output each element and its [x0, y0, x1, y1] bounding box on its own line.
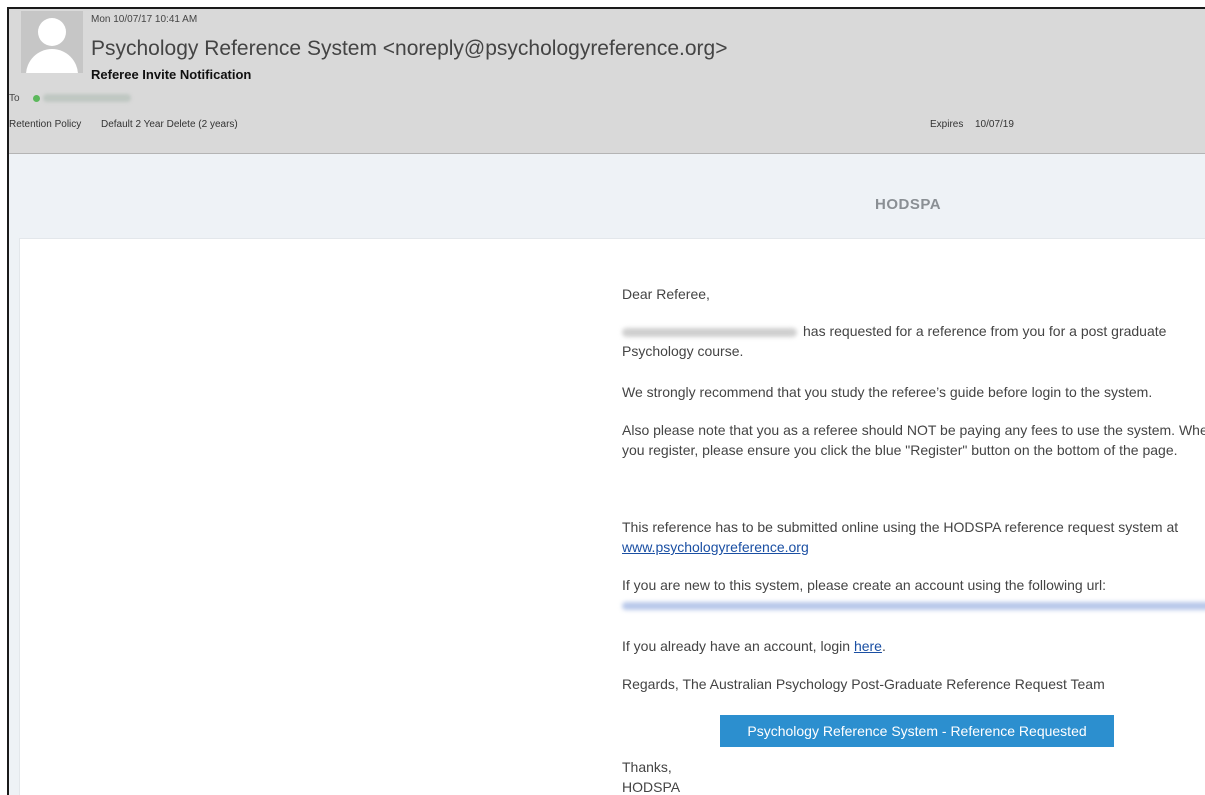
- login-here-link[interactable]: here: [854, 638, 882, 654]
- avatar-head-shape: [38, 18, 66, 46]
- email-header: Mon 10/07/17 10:41 AM Psychology Referen…: [9, 9, 1205, 154]
- email-subject: Referee Invite Notification: [91, 67, 252, 82]
- to-label: To: [9, 93, 20, 104]
- email-window: Mon 10/07/17 10:41 AM Psychology Referen…: [7, 7, 1205, 795]
- recipient-redacted[interactable]: [43, 94, 131, 102]
- avatar-body-shape: [26, 49, 78, 73]
- sender-name[interactable]: Psychology Reference System <noreply@psy…: [91, 37, 727, 61]
- reference-requested-button[interactable]: Psychology Reference System - Reference …: [720, 715, 1114, 747]
- retention-policy-value: Default 2 Year Delete (2 years): [101, 119, 238, 130]
- message-card: Dear Referee, has requested for a refere…: [19, 238, 1205, 795]
- registration-url-redacted[interactable]: [622, 602, 1205, 611]
- submit-paragraph: This reference has to be submitted onlin…: [622, 517, 1205, 557]
- login-text: If you already have an account, login: [622, 638, 851, 654]
- submit-text: This reference has to be submitted onlin…: [622, 519, 1179, 535]
- retention-policy-label: Retention Policy: [9, 119, 82, 130]
- regards-paragraph: Regards, The Australian Psychology Post-…: [622, 676, 1105, 692]
- thanks-text: Thanks,: [622, 759, 672, 775]
- fees-paragraph: Also please note that you as a referee s…: [622, 422, 1205, 458]
- new-account-text: If you are new to this system, please cr…: [622, 577, 1107, 593]
- avatar: [21, 11, 83, 73]
- expires-value: 10/07/19: [975, 119, 1014, 130]
- new-account-paragraph: If you are new to this system, please cr…: [622, 575, 1205, 615]
- signoff-name: HODSPA: [622, 779, 681, 795]
- signoff: Thanks, HODSPA: [622, 757, 1205, 795]
- student-name-redacted: [622, 327, 797, 337]
- greeting: Dear Referee,: [622, 286, 710, 302]
- recommend-paragraph: We strongly recommend that you study the…: [622, 384, 1153, 400]
- brand-title: HODSPA: [875, 196, 942, 213]
- sent-date: Mon 10/07/17 10:41 AM: [91, 14, 198, 25]
- website-link[interactable]: www.psychologyreference.org: [622, 539, 809, 555]
- presence-status-icon: [33, 95, 40, 102]
- expires-label: Expires: [930, 119, 964, 130]
- email-body: HODSPA Dear Referee, has requested for a…: [9, 154, 1205, 795]
- request-paragraph: has requested for a reference from you f…: [622, 321, 1205, 361]
- login-period: .: [881, 638, 886, 654]
- login-paragraph: If you already have an account, login he…: [622, 636, 1205, 656]
